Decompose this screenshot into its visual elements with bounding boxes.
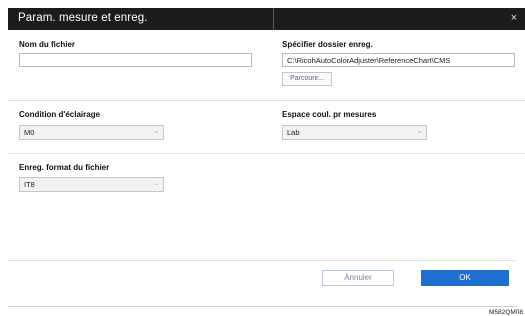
browse-button[interactable]: Parcourir...	[282, 72, 332, 86]
dialog-title: Param. mesure et enreg.	[18, 12, 148, 24]
lighting-condition-select[interactable]: M0 ⌄	[19, 125, 164, 140]
title-bar: Param. mesure et enreg. ×	[8, 8, 525, 30]
color-space-select[interactable]: Lab ⌄	[282, 125, 427, 140]
divider	[8, 100, 525, 101]
file-format-label: Enreg. format du fichier	[19, 163, 110, 172]
ok-button[interactable]: OK	[421, 270, 509, 286]
save-folder-input[interactable]: C:\RicohAutoColorAdjuster\ReferenceChart…	[282, 53, 515, 67]
settings-dialog: Param. mesure et enreg. × Nom du fichier…	[8, 8, 525, 298]
color-space-label: Espace coul. pr mesures	[282, 110, 377, 119]
lighting-condition-label: Condition d'éclairage	[19, 110, 101, 119]
file-name-input[interactable]	[19, 53, 252, 67]
file-name-label: Nom du fichier	[19, 40, 76, 49]
cancel-button[interactable]: Annuler	[322, 270, 394, 286]
save-folder-label: Spécifier dossier enreg.	[282, 40, 373, 49]
chevron-down-icon: ⌄	[416, 129, 422, 135]
file-format-select[interactable]: IT8 ⌄	[19, 177, 164, 192]
lighting-condition-value: M0	[24, 128, 35, 137]
chevron-down-icon: ⌄	[153, 181, 159, 187]
color-space-value: Lab	[287, 128, 300, 137]
chevron-down-icon: ⌄	[153, 129, 159, 135]
title-divider	[273, 8, 274, 30]
bottom-rule	[8, 306, 517, 307]
footer-divider	[8, 260, 517, 261]
divider	[8, 153, 525, 154]
file-format-value: IT8	[24, 180, 35, 189]
close-icon[interactable]: ×	[507, 11, 521, 25]
